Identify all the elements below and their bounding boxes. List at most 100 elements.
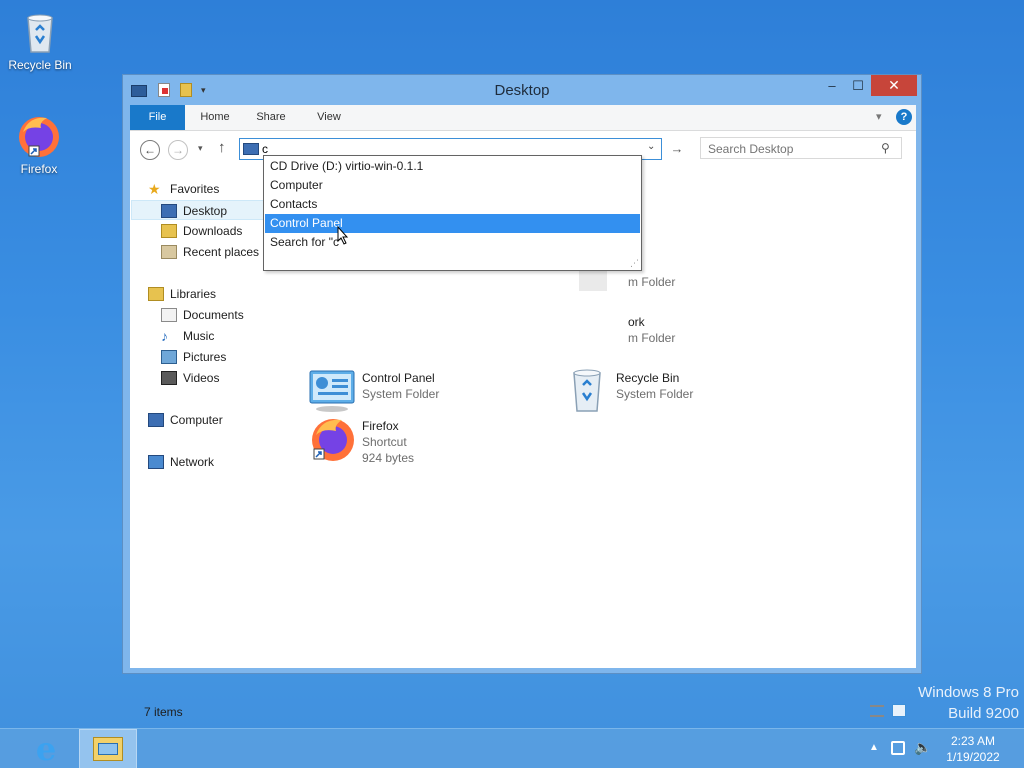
- expand-ribbon-icon[interactable]: ▾: [876, 110, 882, 123]
- file-name: ork: [628, 315, 645, 329]
- clock-date: 1/19/2022: [946, 750, 1000, 764]
- forward-button[interactable]: →: [168, 140, 188, 160]
- go-button[interactable]: →: [666, 138, 688, 160]
- recent-places-icon: [161, 244, 177, 259]
- desktop-icon-recycle-bin[interactable]: Recycle Bin: [2, 8, 78, 72]
- suggestion-item[interactable]: Contacts: [265, 195, 640, 214]
- nav-item-videos[interactable]: Videos: [161, 368, 219, 388]
- nav-network[interactable]: Network: [148, 452, 214, 472]
- nav-label: Downloads: [183, 224, 243, 238]
- recent-locations-icon[interactable]: ▾: [198, 143, 203, 154]
- clock[interactable]: 2:23 AM 1/19/2022: [944, 733, 1002, 765]
- star-icon: ★: [148, 180, 161, 197]
- file-type: m Folder: [628, 275, 676, 289]
- recycle-bin-icon: [16, 8, 64, 56]
- status-item-count: 7 items: [144, 705, 183, 719]
- videos-icon: [161, 370, 177, 385]
- nav-label: Libraries: [170, 287, 217, 301]
- clock-time: 2:23 AM: [950, 734, 996, 748]
- desktop-icon-label: Firefox: [20, 162, 58, 176]
- nav-item-pictures[interactable]: Pictures: [161, 347, 226, 367]
- taskbar-internet-explorer[interactable]: e: [20, 729, 72, 768]
- volume-icon[interactable]: 🔈: [914, 739, 931, 756]
- network-status-icon[interactable]: [891, 741, 905, 755]
- file-item-hidden-2[interactable]: ork m Folder: [565, 307, 805, 357]
- suggestion-item[interactable]: Computer: [265, 176, 640, 195]
- tab-view[interactable]: View: [306, 105, 352, 130]
- documents-icon: [161, 307, 177, 322]
- file-name: Control Panel: [362, 371, 435, 385]
- mouse-cursor-icon: [337, 225, 349, 248]
- watermark-build: Build 9200: [948, 705, 1019, 722]
- suggestion-item[interactable]: Search for "c": [265, 233, 640, 252]
- window-title: Desktop: [494, 82, 550, 99]
- watermark-edition: Windows 8 Pro: [918, 684, 1019, 701]
- pictures-icon: [161, 349, 177, 364]
- recycle-bin-icon: [562, 367, 612, 415]
- tab-home[interactable]: Home: [192, 105, 238, 130]
- libraries-icon: [148, 286, 164, 301]
- computer-icon: [148, 412, 164, 427]
- search-input[interactable]: [708, 141, 878, 156]
- nav-libraries[interactable]: Libraries: [148, 284, 216, 304]
- large-icons-view-icon[interactable]: [892, 704, 906, 717]
- computer-location-icon: [243, 143, 259, 155]
- suggestion-item-selected[interactable]: Control Panel: [265, 214, 640, 233]
- tab-share[interactable]: Share: [248, 105, 294, 130]
- nav-label: Desktop: [183, 204, 228, 218]
- file-size: 924 bytes: [362, 451, 415, 465]
- minimize-button[interactable]: ‒: [819, 75, 845, 96]
- file-item-firefox[interactable]: Firefox Shortcut 924 bytes: [308, 415, 548, 465]
- file-name: Firefox: [362, 419, 399, 433]
- show-hidden-icons-icon[interactable]: ▲: [869, 742, 879, 753]
- file-type: System Folder: [616, 387, 694, 401]
- desktop-icon-label: Recycle Bin: [8, 58, 72, 72]
- maximize-button[interactable]: ☐: [845, 75, 871, 96]
- tab-file[interactable]: File: [130, 105, 185, 130]
- control-panel-icon: [308, 367, 358, 415]
- desktop-icon-firefox[interactable]: Firefox: [1, 112, 77, 176]
- taskbar: e ▲ 🔈 2:23 AM 1/19/2022: [0, 728, 1024, 768]
- nav-label: Music: [183, 329, 215, 343]
- downloads-icon: [161, 223, 177, 238]
- file-item-recycle-bin[interactable]: Recycle Bin System Folder: [562, 367, 802, 417]
- nav-label: Pictures: [183, 350, 227, 364]
- network-icon: [148, 454, 164, 469]
- nav-favorites[interactable]: ★ Favorites: [148, 179, 219, 199]
- file-explorer-icon: [93, 737, 123, 761]
- internet-explorer-icon: e: [35, 730, 57, 768]
- search-icon[interactable]: ⚲: [881, 141, 890, 155]
- windows-watermark: Windows 8 Pro Build 9200: [918, 684, 1019, 722]
- firefox-icon: [15, 112, 63, 160]
- desktop-icon: [161, 203, 177, 218]
- nav-label: Network: [170, 455, 215, 469]
- up-button[interactable]: ↑: [218, 139, 226, 156]
- taskbar-file-explorer[interactable]: [79, 729, 137, 768]
- file-type: Shortcut: [362, 435, 407, 449]
- search-box[interactable]: ⚲: [700, 137, 902, 159]
- address-dropdown-icon[interactable]: ⌄: [647, 141, 655, 152]
- back-button[interactable]: ←: [140, 140, 160, 160]
- title-bar[interactable]: ▾ Desktop ‒ ☐ ✕: [123, 75, 921, 105]
- resize-grip-icon[interactable]: ⋰: [630, 258, 639, 269]
- nav-item-music[interactable]: ♪ Music: [161, 326, 214, 346]
- file-type: m Folder: [628, 331, 676, 345]
- nav-label: Computer: [170, 413, 223, 427]
- close-button[interactable]: ✕: [871, 75, 917, 96]
- music-icon: ♪: [161, 327, 168, 344]
- address-autocomplete-dropdown: CD Drive (D:) virtio-win-0.1.1 Computer …: [263, 155, 642, 271]
- nav-label: Recent places: [183, 245, 260, 259]
- nav-computer[interactable]: Computer: [148, 410, 223, 430]
- details-view-icon[interactable]: [870, 705, 884, 717]
- nav-label: Videos: [183, 371, 220, 385]
- nav-item-downloads[interactable]: Downloads: [161, 221, 242, 241]
- file-item-control-panel[interactable]: Control Panel System Folder: [308, 367, 548, 417]
- ribbon-tabs: File Home Share View ▾ ?: [130, 105, 916, 131]
- nav-label: Documents: [183, 308, 244, 322]
- help-icon[interactable]: ?: [896, 109, 912, 125]
- nav-item-recent-places[interactable]: Recent places: [161, 242, 259, 262]
- file-type: System Folder: [362, 387, 440, 401]
- suggestion-item[interactable]: CD Drive (D:) virtio-win-0.1.1: [265, 157, 640, 176]
- firefox-icon: [308, 415, 358, 463]
- nav-item-documents[interactable]: Documents: [161, 305, 244, 325]
